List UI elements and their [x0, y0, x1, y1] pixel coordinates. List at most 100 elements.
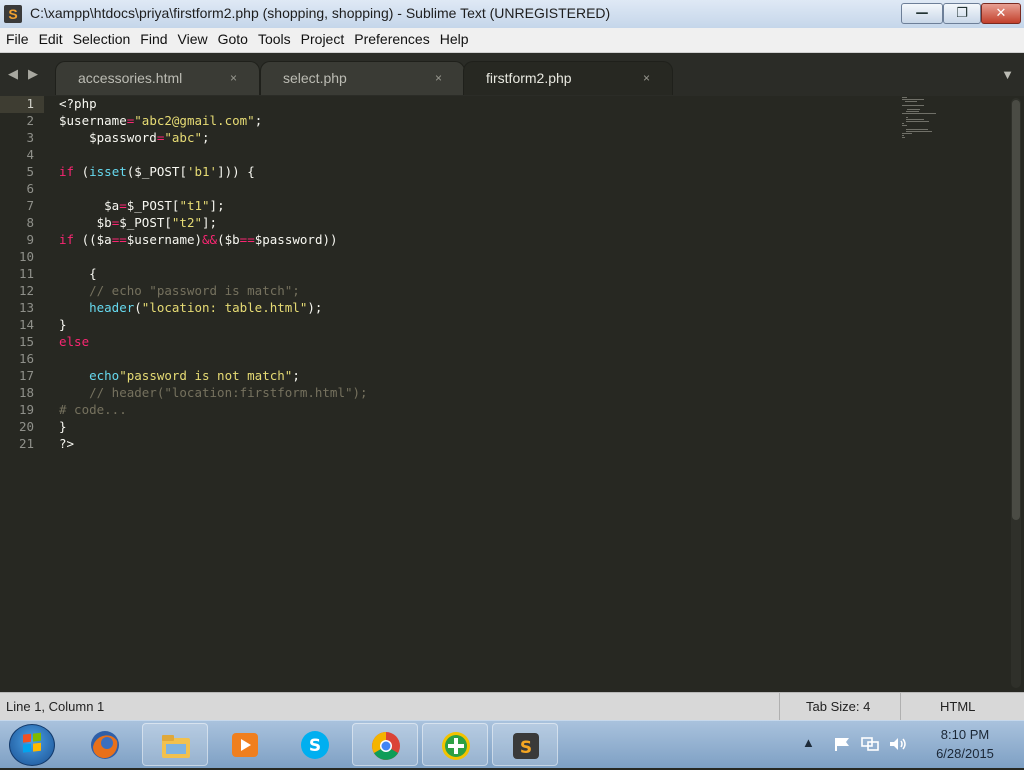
- minimize-button[interactable]: —: [901, 3, 943, 24]
- code-token: (($a: [74, 232, 112, 247]
- code-line[interactable]: <?php: [59, 96, 368, 113]
- menu-view[interactable]: View: [172, 28, 212, 49]
- code-line[interactable]: # code...: [59, 402, 368, 419]
- folder-icon: [162, 735, 190, 758]
- code-token: // echo "password is match";: [59, 283, 300, 298]
- code-line[interactable]: $a=$_POST["t1"];: [59, 198, 368, 215]
- code-line[interactable]: [59, 249, 368, 266]
- tab-close-icon[interactable]: ×: [435, 71, 442, 85]
- taskbar-media-player[interactable]: [212, 723, 278, 766]
- line-number: 9: [26, 232, 34, 247]
- code-line[interactable]: echo"password is not match";: [59, 368, 368, 385]
- minimap[interactable]: [900, 96, 1010, 156]
- menu-bar: File Edit Selection Find View Goto Tools Projec…: [0, 28, 1024, 53]
- code-token: $_POST[: [126, 198, 180, 213]
- line-number: 21: [18, 436, 34, 451]
- code-line[interactable]: ?>: [59, 436, 368, 453]
- system-clock[interactable]: 8:10 PM 6/28/2015: [915, 725, 1015, 763]
- code-line[interactable]: if (isset($_POST['b1'])) {: [59, 164, 368, 181]
- code-line[interactable]: [59, 147, 368, 164]
- code-line[interactable]: [59, 351, 368, 368]
- taskbar-firefox[interactable]: [72, 723, 138, 766]
- syntax-indicator[interactable]: HTML: [940, 699, 975, 714]
- code-token: $a: [59, 198, 120, 213]
- code-token: &&: [202, 232, 218, 247]
- action-center-flag-icon[interactable]: [833, 736, 853, 752]
- code-token: header: [89, 300, 135, 315]
- menu-goto[interactable]: Goto: [212, 28, 252, 49]
- menu-tools[interactable]: Tools: [252, 28, 295, 49]
- code-line[interactable]: }: [59, 317, 368, 334]
- line-number: 8: [26, 215, 34, 230]
- tab-firstform2-php[interactable]: firstform2.php ×: [463, 61, 673, 95]
- tab-label: accessories.html: [78, 70, 183, 86]
- code-token: $password)): [254, 232, 338, 247]
- windows-logo-icon: [23, 732, 41, 753]
- code-line[interactable]: // header("location:firstform.html");: [59, 385, 367, 402]
- code-line[interactable]: $username="abc2@gmail.com";: [59, 113, 368, 130]
- back-arrow-icon[interactable]: ◀: [8, 66, 18, 82]
- menu-preferences[interactable]: Preferences: [348, 28, 433, 49]
- line-number: 4: [26, 147, 34, 162]
- code-token: "abc2@gmail.com": [134, 113, 255, 128]
- code-token: "location: table.html": [141, 300, 308, 315]
- tab-close-icon[interactable]: ×: [230, 71, 237, 85]
- code-line[interactable]: if (($a==$username)&&($b==$password)): [59, 232, 368, 249]
- code-line[interactable]: {: [59, 266, 368, 283]
- line-number: 14: [18, 317, 34, 332]
- code-line[interactable]: else: [59, 334, 368, 351]
- scrollbar-thumb[interactable]: [1012, 100, 1020, 520]
- taskbar-sublime-text[interactable]: S: [492, 723, 558, 766]
- close-button[interactable]: ✕: [981, 3, 1021, 24]
- code-line[interactable]: [59, 181, 368, 198]
- tab-close-icon[interactable]: ×: [643, 71, 650, 85]
- menu-selection[interactable]: Selection: [67, 28, 135, 49]
- menu-help[interactable]: Help: [434, 28, 473, 49]
- line-number: 17: [18, 368, 34, 383]
- taskbar-chrome[interactable]: [352, 723, 418, 766]
- tab-accessories-html[interactable]: accessories.html ×: [55, 61, 260, 95]
- code-token: ($_POST[: [126, 164, 187, 179]
- start-button[interactable]: [9, 724, 55, 766]
- sublime-app-icon[interactable]: S: [4, 5, 22, 23]
- code-line[interactable]: }: [59, 419, 368, 436]
- code-token: $username: [59, 113, 127, 128]
- code-token: <?php: [59, 96, 97, 111]
- status-divider: [900, 693, 901, 721]
- taskbar-file-explorer[interactable]: [142, 723, 208, 766]
- tab-dropdown-icon[interactable]: ▼: [1001, 67, 1014, 82]
- code-line[interactable]: // echo "password is match";: [59, 283, 368, 300]
- code-line[interactable]: header("location: table.html");: [59, 300, 368, 317]
- green-plus-icon: [442, 732, 470, 760]
- code-token: isset: [89, 164, 127, 179]
- network-icon[interactable]: [860, 736, 880, 752]
- forward-arrow-icon[interactable]: ▶: [28, 66, 38, 82]
- menu-project[interactable]: Project: [295, 28, 349, 49]
- system-tray: ▲: [802, 735, 908, 752]
- window-title: C:\xampp\htdocs\priya\firstform2.php (sh…: [30, 5, 611, 21]
- tab-select-php[interactable]: select.php ×: [260, 61, 465, 95]
- show-hidden-icons-arrow-icon[interactable]: ▲: [802, 735, 815, 750]
- line-number: 2: [26, 113, 34, 128]
- code-token: else: [59, 334, 90, 349]
- code-line[interactable]: $b=$_POST["t2"];: [59, 215, 368, 232]
- code-area[interactable]: <?php $username="abc2@gmail.com"; $passwo…: [59, 96, 368, 453]
- code-token: ];: [209, 198, 225, 213]
- code-token: ($b: [217, 232, 240, 247]
- volume-icon[interactable]: [888, 736, 908, 752]
- line-number: 3: [26, 130, 34, 145]
- line-number: 16: [18, 351, 34, 366]
- tab-label: select.php: [283, 70, 347, 86]
- menu-file[interactable]: File: [0, 28, 33, 49]
- code-line[interactable]: $password="abc";: [59, 130, 368, 147]
- code-token: $password: [59, 130, 157, 145]
- code-editor[interactable]: 1 2 3 4 5 6 7 8 9 10 11 12 13 14 15 16 17 18 19 20 21 <?php $…: [0, 96, 1024, 692]
- menu-edit[interactable]: Edit: [33, 28, 67, 49]
- taskbar-skype[interactable]: S: [282, 723, 348, 766]
- menu-find[interactable]: Find: [134, 28, 171, 49]
- tab-size-indicator[interactable]: Tab Size: 4: [806, 699, 870, 714]
- taskbar-green-app[interactable]: [422, 723, 488, 766]
- maximize-button[interactable]: ❐: [943, 3, 981, 24]
- svg-text:S: S: [520, 738, 532, 758]
